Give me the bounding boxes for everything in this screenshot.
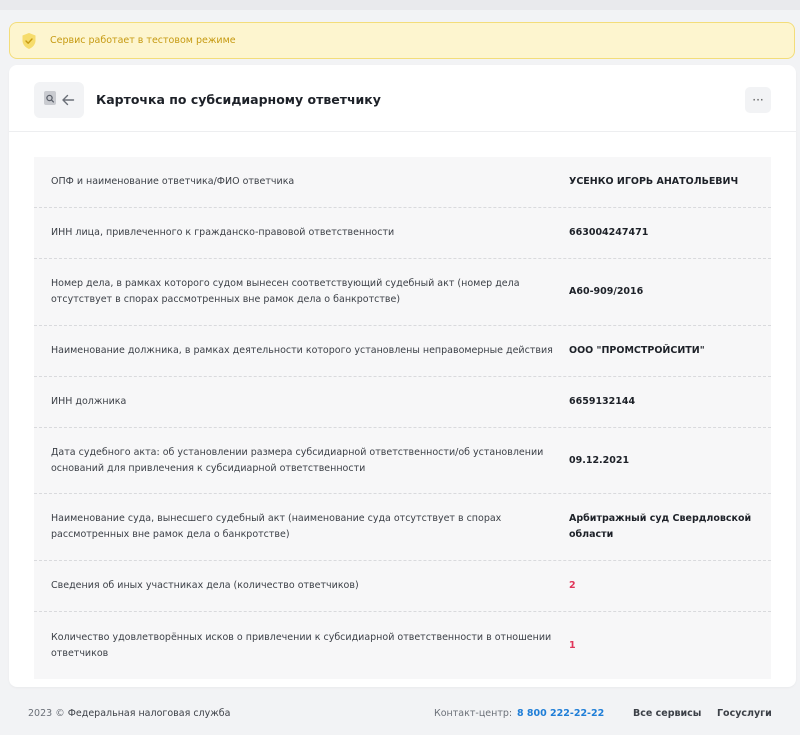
footer-copyright: 2023 © Федеральная налоговая служба — [28, 708, 231, 719]
row-value-count: 1 — [569, 639, 576, 651]
more-dots-icon: ··· — [752, 93, 764, 107]
row-value: ООО "ПРОМСТРОЙСИТИ" — [569, 345, 705, 356]
top-strip — [0, 0, 800, 10]
document-search-icon — [43, 90, 57, 110]
shield-check-icon — [20, 31, 38, 51]
page-title: Карточка по субсидиарному ответчику — [96, 92, 381, 107]
table-row: ОПФ и наименование ответчика/ФИО ответчи… — [34, 157, 771, 208]
table-row: Дата судебного акта: об установлении раз… — [34, 428, 771, 494]
row-label: Наименование должника, в рамках деятельн… — [51, 345, 553, 356]
all-services-link[interactable]: Все сервисы — [633, 708, 701, 719]
row-label: Наименование суда, вынесшего судебный ак… — [51, 513, 502, 540]
card-header: Карточка по субсидиарному ответчику ··· — [9, 65, 796, 132]
footer-year: 2023 © — [28, 708, 65, 719]
row-label: Номер дела, в рамках которого судом выне… — [51, 278, 520, 305]
respondent-card: Карточка по субсидиарному ответчику ··· … — [9, 65, 796, 687]
page-footer: 2023 © Федеральная налоговая служба Конт… — [0, 700, 800, 730]
banner-text: Сервис работает в тестовом режиме — [50, 35, 236, 46]
row-value: 6659132144 — [569, 396, 636, 407]
row-value-count: 2 — [569, 580, 576, 591]
gosuslugi-link[interactable]: Госуслуги — [717, 708, 772, 719]
contact-center-label: Контакт-центр: — [434, 708, 513, 719]
row-value: УСЕНКО ИГОРЬ АНАТОЛЬЕВИЧ — [569, 176, 739, 187]
table-row: Наименование суда, вынесшего судебный ак… — [34, 494, 771, 561]
row-value: Арбитражный суд Свердловской области — [569, 513, 752, 540]
more-options-button[interactable]: ··· — [745, 87, 771, 113]
arrow-left-icon — [61, 91, 75, 110]
row-label: Дата судебного акта: об установлении раз… — [51, 446, 544, 474]
table-row: Наименование должника, в рамках деятельн… — [34, 326, 771, 377]
table-row: Количество удовлетворённых исков о привл… — [34, 612, 771, 679]
row-value: 09.12.2021 — [569, 454, 630, 466]
row-value: А60-909/2016 — [569, 286, 644, 297]
table-row: Сведения об иных участниках дела (количе… — [34, 561, 771, 612]
row-label: ИНН должника — [51, 396, 127, 407]
row-value: 663004247471 — [569, 227, 649, 238]
table-row: ИНН лица, привлеченного к гражданско-пра… — [34, 208, 771, 259]
contact-phone-link[interactable]: 8 800 222-22-22 — [517, 708, 604, 719]
row-label: Количество удовлетворённых исков о привл… — [51, 631, 552, 659]
row-label: ОПФ и наименование ответчика/ФИО ответчи… — [51, 176, 295, 187]
table-row: ИНН должника 6659132144 — [34, 377, 771, 428]
row-label: ИНН лица, привлеченного к гражданско-пра… — [51, 227, 395, 238]
footer-org: Федеральная налоговая служба — [67, 708, 231, 719]
row-label: Сведения об иных участниках дела (количе… — [51, 580, 359, 591]
back-button[interactable] — [34, 82, 84, 118]
test-mode-banner: Сервис работает в тестовом режиме — [9, 22, 795, 59]
table-row: Номер дела, в рамках которого судом выне… — [34, 259, 771, 326]
details-table: ОПФ и наименование ответчика/ФИО ответчи… — [34, 157, 771, 679]
